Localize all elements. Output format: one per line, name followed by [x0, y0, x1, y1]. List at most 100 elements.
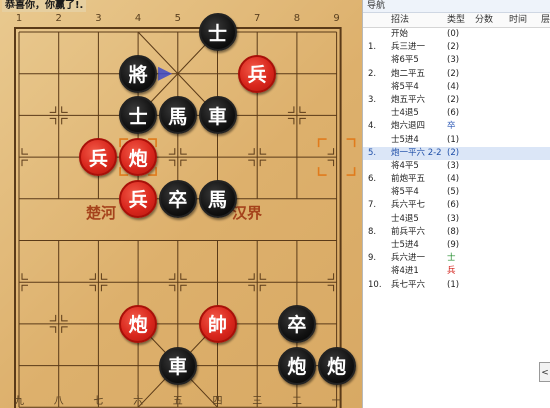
position-marker — [180, 284, 187, 292]
black-chariot-bottom[interactable]: 車 — [158, 346, 197, 385]
position-marker — [287, 117, 295, 125]
move-notation: 兵七平六 — [391, 279, 426, 290]
header-depth[interactable]: 层 — [541, 13, 550, 27]
bottom-file-label: 六 — [133, 395, 143, 407]
move-notation: 将6平5 — [391, 55, 419, 66]
move-row[interactable]: 2. 炮二平五 (2) — [363, 68, 550, 81]
move-notation: 士5进4 — [391, 240, 419, 250]
bottom-file-label: 三 — [252, 396, 262, 407]
position-marker — [21, 273, 28, 280]
red-soldier-left[interactable]: 兵 — [79, 138, 118, 177]
move-type: (1) — [447, 134, 460, 145]
position-marker — [248, 273, 255, 280]
move-notation: 将5平4 — [391, 187, 419, 198]
position-marker — [327, 148, 335, 155]
header-score[interactable]: 分数 — [475, 13, 493, 27]
bottom-file-label: 五 — [173, 396, 183, 407]
position-marker — [168, 273, 176, 280]
move-type: (2) — [447, 94, 460, 105]
move-row[interactable]: 开始 (0) — [363, 28, 550, 41]
move-type: 兵 — [447, 266, 456, 277]
top-file-label: 7 — [254, 13, 260, 24]
move-row[interactable]: 1. 兵三进一 (2) — [363, 41, 550, 54]
position-marker — [259, 159, 267, 167]
bottom-file-label: 四 — [213, 396, 223, 407]
move-row[interactable]: 将4平5 (3) — [363, 160, 550, 173]
red-soldier-upper-right[interactable]: 兵 — [238, 54, 277, 93]
move-row[interactable]: 6. 前炮平五 (4) — [363, 173, 550, 186]
black-soldier-mid[interactable]: 卒 — [158, 179, 197, 218]
position-marker — [49, 326, 57, 333]
move-row[interactable]: 将5平4 (4) — [363, 81, 550, 94]
scroll-left-button[interactable]: < — [539, 362, 550, 382]
header-type[interactable]: 类型 — [447, 13, 465, 27]
move-row[interactable]: 士4退5 (3) — [363, 213, 550, 226]
move-row[interactable]: 士4退5 (6) — [363, 107, 550, 120]
black-horse-mid[interactable]: 馬 — [198, 179, 237, 218]
top-file-label: 8 — [294, 13, 300, 24]
move-notation: 将5平4 — [391, 81, 419, 92]
move-notation: 士4退5 — [391, 108, 419, 119]
move-row[interactable]: 将5平4 (5) — [363, 186, 550, 199]
move-type: (3) — [447, 55, 460, 66]
move-row[interactable]: 8. 前兵平六 (8) — [363, 226, 550, 239]
bottom-file-label: 二 — [292, 396, 302, 407]
position-marker — [327, 284, 335, 292]
panel-title: 导航 — [363, 0, 550, 13]
move-notation: 兵六平七 — [391, 200, 426, 211]
position-marker — [327, 159, 335, 167]
position-marker — [21, 148, 28, 155]
black-advisor-mid[interactable]: 士 — [119, 96, 158, 135]
move-row[interactable]: 9. 兵六进一 士 — [363, 252, 550, 265]
bottom-file-label: 九 — [14, 395, 24, 407]
move-number: 3. — [368, 94, 377, 105]
position-marker — [299, 117, 306, 125]
move-number: 9. — [368, 253, 377, 264]
header-move[interactable]: 招法 — [391, 13, 409, 27]
move-row[interactable]: 5. 炮一平六 2-2 (2) — [363, 146, 550, 160]
position-marker — [21, 159, 28, 167]
move-row[interactable]: 10. 兵七平六 (1) — [363, 279, 550, 292]
move-row[interactable]: 3. 炮五平六 (2) — [363, 94, 550, 107]
red-cannon-bottom[interactable]: 炮 — [119, 304, 158, 343]
move-row[interactable]: 将4进1 兵 — [363, 265, 550, 278]
position-marker — [168, 159, 176, 167]
move-notation: 炮五平六 — [391, 94, 426, 105]
move-list: 开始 (0) 1. 兵三进一 (2) 将6平5 (3) 2. 炮二平五 (2) 将5平4 (4) 3. 炮… — [363, 28, 550, 292]
red-general[interactable]: 帥 — [198, 304, 237, 343]
header-time[interactable]: 时间 — [509, 13, 527, 27]
move-notation: 兵六进一 — [391, 253, 426, 264]
position-marker — [259, 273, 267, 280]
position-marker — [21, 284, 28, 292]
black-cannon-left[interactable]: 炮 — [277, 346, 316, 385]
move-number: 1. — [368, 42, 377, 53]
move-number: 6. — [368, 174, 377, 185]
black-advisor-top[interactable]: 士 — [198, 13, 237, 51]
position-marker — [89, 284, 96, 292]
move-list-header: 招法 类型 分数 时间 层 — [363, 13, 550, 28]
red-soldier-mid[interactable]: 兵 — [119, 179, 158, 218]
move-row[interactable]: 7. 兵六平七 (6) — [363, 199, 550, 212]
black-soldier-bottom[interactable]: 卒 — [277, 304, 316, 343]
position-marker — [168, 148, 176, 155]
black-general[interactable]: 將 — [119, 54, 158, 93]
position-marker — [248, 148, 255, 155]
move-type: (3) — [447, 213, 460, 224]
move-notation: 开始 — [391, 29, 409, 39]
top-file-label: 3 — [95, 13, 101, 24]
move-type: (6) — [447, 200, 460, 211]
move-number: 4. — [368, 121, 377, 132]
black-chariot-top[interactable]: 車 — [198, 96, 237, 135]
top-file-label: 9 — [333, 13, 339, 24]
move-row[interactable]: 4. 炮六退四 卒 — [363, 120, 550, 133]
red-cannon-top[interactable]: 炮 — [119, 138, 158, 177]
move-row[interactable]: 士5进4 (9) — [363, 239, 550, 252]
black-cannon-right[interactable]: 炮 — [317, 346, 356, 385]
black-horse-top[interactable]: 馬 — [158, 96, 197, 135]
top-file-label: 5 — [175, 13, 181, 24]
move-arrow-icon — [158, 66, 173, 81]
move-row[interactable]: 士5进4 (1) — [363, 134, 550, 147]
move-row[interactable]: 将6平5 (3) — [363, 54, 550, 67]
chess-board-panel[interactable]: 123456789九八七六五四三二一 恭喜你，你赢了!. 楚河 汉界 士將兵士馬… — [0, 0, 362, 408]
position-marker — [61, 326, 68, 333]
